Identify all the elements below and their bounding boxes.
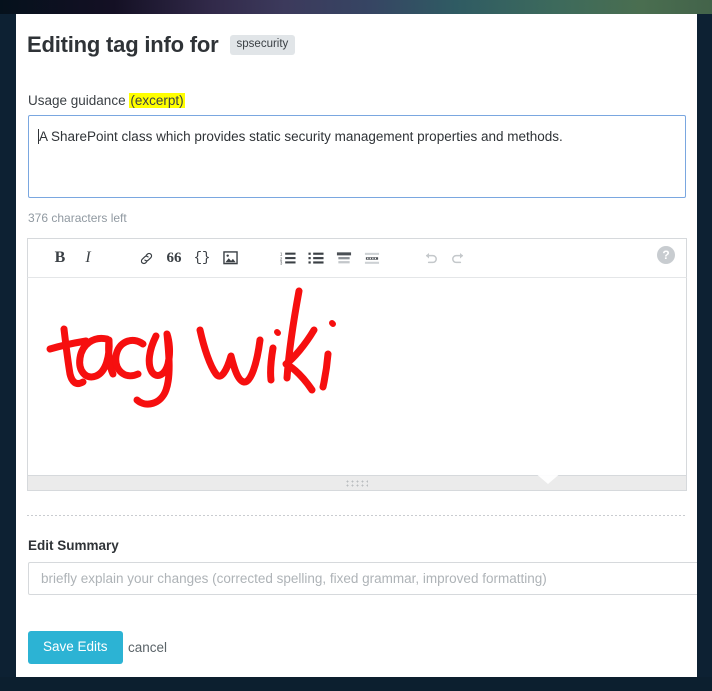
toolbar-separator-1: [102, 258, 132, 259]
left-dark-rail: [0, 14, 16, 677]
usage-guidance-label: Usage guidance (excerpt): [28, 93, 185, 108]
characters-left-counter: 376 characters left: [28, 211, 127, 225]
cancel-link[interactable]: cancel: [128, 640, 167, 655]
toolbar-group-text: B I: [46, 245, 102, 271]
toolbar-group-insert: 66 {}: [132, 245, 244, 271]
horizontal-rule-icon[interactable]: [359, 245, 385, 271]
blockquote-icon[interactable]: 66: [161, 245, 187, 271]
toolbar-separator-3: [386, 258, 416, 259]
editor-content-area[interactable]: [27, 278, 687, 476]
mouse-cursor-artifact: [534, 472, 562, 484]
excerpt-textarea[interactable]: A SharePoint class which provides static…: [28, 115, 686, 198]
top-gradient-strip: [0, 0, 712, 14]
numbered-list-icon[interactable]: 1 2 3: [275, 245, 301, 271]
redo-icon[interactable]: [445, 245, 471, 271]
blockquote-icon-glyph: 66: [166, 249, 182, 266]
heading-icon[interactable]: [331, 245, 357, 271]
screenshot-root: Editing tag info for spsecurity Usage gu…: [0, 0, 712, 691]
content-panel: Editing tag info for spsecurity Usage gu…: [16, 14, 697, 677]
edit-summary-input[interactable]: [28, 562, 697, 595]
section-divider: [27, 515, 687, 516]
excerpt-value: A SharePoint class which provides static…: [39, 129, 563, 144]
edit-summary-label: Edit Summary: [28, 538, 119, 553]
toolbar-group-history: [416, 245, 472, 271]
markdown-editor: B I 66 {} 1 2 3 ?: [27, 238, 687, 495]
toolbar-separator-2: [244, 258, 274, 259]
page-title: Editing tag info for: [27, 32, 219, 57]
save-edits-button[interactable]: Save Edits: [28, 631, 123, 664]
editor-toolbar: B I 66 {} 1 2 3 ?: [27, 238, 687, 278]
resize-grip-icon[interactable]: [346, 480, 368, 487]
help-icon-glyph: ?: [662, 248, 670, 262]
header: Editing tag info for spsecurity: [27, 32, 296, 58]
bulleted-list-icon[interactable]: [303, 245, 329, 271]
italic-icon[interactable]: I: [75, 245, 101, 271]
bottom-dark-bar: [0, 677, 712, 691]
bold-icon[interactable]: B: [47, 245, 73, 271]
image-icon[interactable]: [217, 245, 243, 271]
bold-icon-glyph: B: [54, 249, 66, 266]
right-dark-rail: [697, 14, 712, 677]
toolbar-leading-space: [28, 258, 46, 259]
editor-resize-footer[interactable]: [27, 472, 687, 491]
toolbar-group-block: 1 2 3: [274, 245, 386, 271]
undo-icon[interactable]: [417, 245, 443, 271]
code-icon[interactable]: {}: [189, 245, 215, 271]
help-icon[interactable]: ?: [657, 246, 675, 264]
link-icon[interactable]: [133, 245, 159, 271]
svg-text:3: 3: [280, 261, 283, 265]
handwritten-ink-annotation: [46, 287, 336, 408]
tag-badge[interactable]: spsecurity: [229, 34, 296, 56]
usage-guidance-highlight: (excerpt): [129, 93, 185, 108]
italic-icon-glyph: I: [85, 249, 91, 266]
usage-guidance-label-text: Usage guidance: [28, 93, 130, 108]
code-icon-glyph: {}: [193, 250, 211, 266]
